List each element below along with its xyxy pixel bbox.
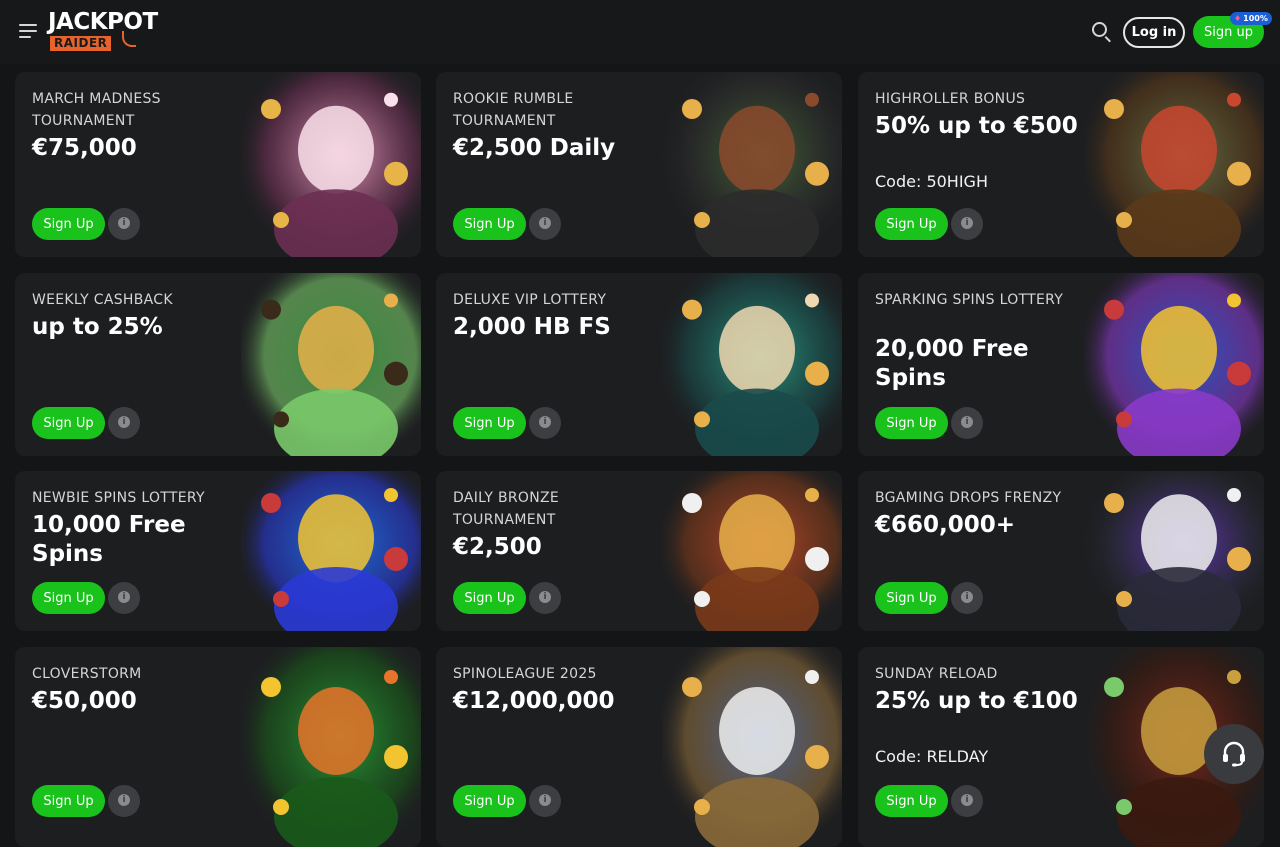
promo-signup-button[interactable]: Sign Up [32,407,105,439]
info-icon[interactable]: i [951,407,983,439]
promo-value: 2,000 HB FS [453,314,611,340]
promo-title: DAILY BRONZE TOURNAMENT [453,490,560,528]
promo-card[interactable]: CLOVERSTORM €50,000 Sign Up i [15,647,421,847]
promo-value: 25% up to €100 [875,688,1078,714]
lightning-fruit-art [241,471,421,631]
info-icon[interactable]: i [529,785,561,817]
info-icon[interactable]: i [108,582,140,614]
promo-title: DELUXE VIP LOTTERY [453,292,607,308]
rabbit-art [1084,471,1264,631]
promo-value: 10,000 Free Spins [32,512,186,567]
info-icon[interactable]: i [108,208,140,240]
promo-title: SPINOLEAGUE 2025 [453,666,597,682]
promo-value: €50,000 [32,688,137,714]
vip-queen-art [662,273,842,456]
top-header: JACKPOT RAIDER Log in Sign up ♦ 100% [0,0,1280,64]
signup-badge-text: 100% [1243,14,1268,23]
promo-signup-button[interactable]: Sign Up [453,582,526,614]
cashback-art [241,273,421,456]
login-button[interactable]: Log in [1123,17,1185,48]
zeus-art [662,647,842,847]
promo-title: SUNDAY RELOAD [875,666,998,682]
promo-card[interactable]: SUNDAY RELOAD 25% up to €100 Code: RELDA… [858,647,1264,847]
info-icon[interactable]: i [951,785,983,817]
promo-title: ROOKIE RUMBLE TOURNAMENT [453,91,574,129]
promo-card[interactable]: ROOKIE RUMBLE TOURNAMENT €2,500 Daily Si… [436,72,842,257]
promo-card[interactable]: HIGHROLLER BONUS 50% up to €500 Code: 50… [858,72,1264,257]
info-icon[interactable]: i [951,582,983,614]
info-icon[interactable]: i [529,407,561,439]
info-icon[interactable]: i [951,208,983,240]
info-icon[interactable]: i [108,785,140,817]
logo-hook-icon [122,31,136,47]
treasure-woman-art [1084,72,1264,257]
promo-value: €660,000+ [875,512,1016,538]
support-chat-button[interactable] [1204,724,1264,784]
info-icon[interactable]: i [108,407,140,439]
logo-text-bottom: RAIDER [50,36,112,51]
promo-card[interactable]: SPARKING SPINS LOTTERY 20,000 Free Spins… [858,273,1264,456]
promo-signup-button[interactable]: Sign Up [875,582,948,614]
promo-value: €2,500 [453,534,542,560]
lightning-coin-art [1084,273,1264,456]
promo-title: BGAMING DROPS FRENZY [875,490,1062,506]
promo-code: Code: 50HIGH [875,172,988,191]
promo-card[interactable]: WEEKLY CASHBACK up to 25% Sign Up i [15,273,421,456]
promo-signup-button[interactable]: Sign Up [32,582,105,614]
promo-signup-button[interactable]: Sign Up [875,407,948,439]
elf-girl-art [241,72,421,257]
promo-card[interactable]: DELUXE VIP LOTTERY 2,000 HB FS Sign Up i [436,273,842,456]
promo-value: 50% up to €500 [875,113,1078,139]
promo-value: €12,000,000 [453,688,615,714]
promo-signup-button[interactable]: Sign Up [453,208,526,240]
info-icon[interactable]: i [529,208,561,240]
promo-title: NEWBIE SPINS LOTTERY [32,490,205,506]
goddess-art [662,471,842,631]
promo-title: CLOVERSTORM [32,666,142,682]
leprechaun-art [241,647,421,847]
promo-signup-button[interactable]: Sign Up [32,785,105,817]
promo-card[interactable]: SPINOLEAGUE 2025 €12,000,000 Sign Up i [436,647,842,847]
promo-card[interactable]: MARCH MADNESS TOURNAMENT €75,000 Sign Up… [15,72,421,257]
promo-title: HIGHROLLER BONUS [875,91,1026,107]
promo-signup-button[interactable]: Sign Up [453,785,526,817]
promo-value: €75,000 [32,135,137,161]
site-logo[interactable]: JACKPOT RAIDER [48,9,172,55]
promo-signup-button[interactable]: Sign Up [875,785,948,817]
promo-title: WEEKLY CASHBACK [32,292,173,308]
promo-signup-button[interactable]: Sign Up [32,208,105,240]
signup-bonus-badge: ♦ 100% [1230,12,1272,25]
search-icon[interactable] [1091,21,1113,43]
gem-icon: ♦ [1234,14,1242,23]
headset-icon [1223,741,1245,767]
promo-card[interactable]: DAILY BRONZE TOURNAMENT €2,500 Sign Up i [436,471,842,631]
promo-value: 20,000 Free Spins [875,336,1029,391]
promo-value: €2,500 Daily [453,135,616,161]
logo-text-top: JACKPOT [48,9,158,35]
promo-signup-button[interactable]: Sign Up [453,407,526,439]
promo-card[interactable]: BGAMING DROPS FRENZY €660,000+ Sign Up i [858,471,1264,631]
promo-card[interactable]: NEWBIE SPINS LOTTERY 10,000 Free Spins S… [15,471,421,631]
explorer-art [662,72,842,257]
promo-signup-button[interactable]: Sign Up [875,208,948,240]
promo-value: up to 25% [32,314,163,340]
info-icon[interactable]: i [529,582,561,614]
hamburger-menu-icon[interactable] [19,24,37,38]
promo-code: Code: RELDAY [875,747,989,766]
promo-title: SPARKING SPINS LOTTERY [875,292,1064,308]
promo-title: MARCH MADNESS TOURNAMENT [32,91,161,129]
